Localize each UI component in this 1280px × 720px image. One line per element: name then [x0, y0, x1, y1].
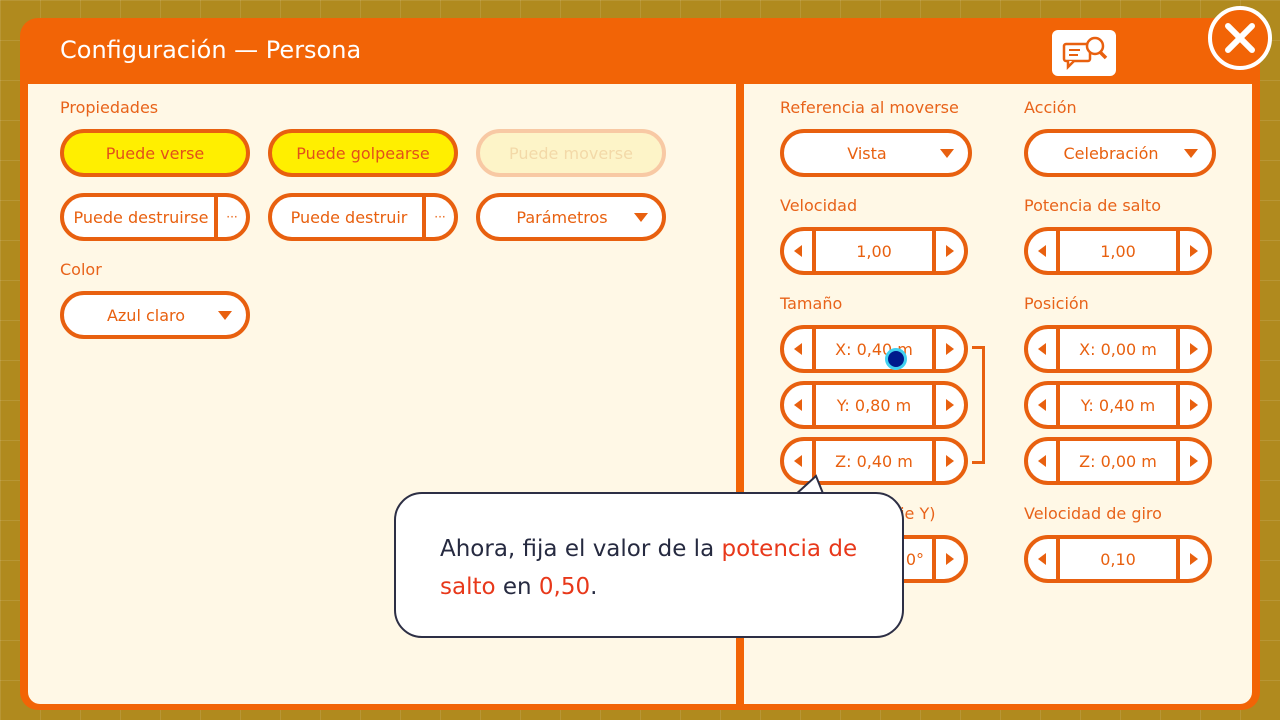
split-button-puede-destruirse[interactable]: Puede destruirse ··· [60, 193, 250, 241]
help-search-icon [1062, 36, 1108, 71]
increment-button[interactable] [932, 231, 964, 271]
size-y-stepper[interactable]: Y: 0,80 m [780, 381, 968, 429]
stepper-value: 1,00 [856, 241, 892, 261]
stepper-value: Z: 0,40 m [835, 451, 913, 471]
tooltip-text: en [495, 574, 539, 600]
dropdown-value: Celebración [1063, 143, 1159, 163]
arrow-right-icon [1190, 455, 1198, 467]
arrow-left-icon [794, 399, 802, 411]
speed-label: Velocidad [780, 196, 858, 215]
move-reference-label: Referencia al moverse [780, 98, 959, 117]
split-button-puede-destruir[interactable]: Puede destruir ··· [268, 193, 458, 241]
dropdown-value: Azul claro [106, 305, 186, 325]
arrow-right-icon [1190, 399, 1198, 411]
speed-stepper[interactable]: 1,00 [780, 227, 968, 275]
arrow-left-icon [794, 455, 802, 467]
color-dropdown[interactable]: Azul claro [60, 291, 250, 339]
decrement-button[interactable] [784, 329, 816, 369]
arrow-right-icon [1190, 553, 1198, 565]
arrow-right-icon [1190, 245, 1198, 257]
decrement-button[interactable] [1028, 441, 1060, 481]
pointer-cursor-icon [885, 348, 907, 370]
dropdown-label: Parámetros [516, 207, 608, 227]
toggle-label: Puede verse [105, 143, 205, 163]
turn-speed-stepper[interactable]: 0,10 [1024, 535, 1212, 583]
arrow-left-icon [794, 245, 802, 257]
arrow-left-icon [794, 343, 802, 355]
arrow-left-icon [1038, 343, 1046, 355]
arrow-right-icon [946, 553, 954, 565]
arrow-left-icon [1038, 245, 1046, 257]
more-options-icon[interactable]: ··· [214, 197, 246, 237]
close-icon [1225, 23, 1255, 53]
size-x-stepper[interactable]: X: 0,40 m [780, 325, 968, 373]
stepper-value: 1,00 [1100, 241, 1136, 261]
increment-button[interactable] [932, 441, 964, 481]
more-options-icon[interactable]: ··· [422, 197, 454, 237]
increment-button[interactable] [1176, 539, 1208, 579]
toggle-puede-moverse[interactable]: Puede moverse [476, 129, 666, 177]
increment-button[interactable] [1176, 329, 1208, 369]
size-link-bracket[interactable] [972, 346, 985, 464]
action-label: Acción [1024, 98, 1077, 117]
parameters-dropdown[interactable]: Parámetros [476, 193, 666, 241]
increment-button[interactable] [932, 539, 964, 579]
position-z-stepper[interactable]: Z: 0,00 m [1024, 437, 1212, 485]
increment-button[interactable] [1176, 441, 1208, 481]
dropdown-value: Vista [847, 143, 887, 163]
chevron-down-icon [1184, 148, 1198, 158]
stepper-value: X: 0,40 m [835, 339, 913, 359]
position-y-stepper[interactable]: Y: 0,40 m [1024, 381, 1212, 429]
jump-power-label: Potencia de salto [1024, 196, 1161, 215]
arrow-right-icon [946, 343, 954, 355]
arrow-left-icon [1038, 553, 1046, 565]
toggle-puede-golpearse[interactable]: Puede golpearse [268, 129, 458, 177]
tutorial-tooltip: Ahora, fija el valor de la potencia de s… [394, 492, 904, 638]
decrement-button[interactable] [1028, 539, 1060, 579]
close-button[interactable] [1208, 6, 1272, 70]
tooltip-text: Ahora, fija el valor de la [440, 536, 722, 562]
color-label: Color [60, 260, 102, 279]
move-reference-dropdown[interactable]: Vista [780, 129, 972, 177]
split-button-label: Puede destruirse [73, 207, 209, 227]
position-x-stepper[interactable]: X: 0,00 m [1024, 325, 1212, 373]
help-button[interactable] [1052, 30, 1116, 76]
arrow-right-icon [946, 455, 954, 467]
chevron-down-icon [218, 310, 232, 320]
increment-button[interactable] [932, 329, 964, 369]
chevron-down-icon [634, 212, 648, 222]
action-dropdown[interactable]: Celebración [1024, 129, 1216, 177]
tooltip-highlight: 0,50 [538, 574, 591, 600]
tooltip-text: . [590, 574, 598, 600]
toggle-label: Puede golpearse [296, 143, 430, 163]
decrement-button[interactable] [1028, 329, 1060, 369]
position-label: Posición [1024, 294, 1089, 313]
decrement-button[interactable] [784, 385, 816, 425]
arrow-left-icon [1038, 399, 1046, 411]
properties-label: Propiedades [60, 98, 159, 117]
dialog-title: Configuración — Persona [60, 36, 362, 64]
stepper-value: Y: 0,40 m [1080, 395, 1156, 415]
decrement-button[interactable] [784, 231, 816, 271]
turn-speed-label: Velocidad de giro [1024, 504, 1162, 523]
stepper-value: 0,10 [1100, 549, 1136, 569]
decrement-button[interactable] [1028, 385, 1060, 425]
increment-button[interactable] [932, 385, 964, 425]
jump-power-stepper[interactable]: 1,00 [1024, 227, 1212, 275]
stepper-value: Y: 0,80 m [836, 395, 912, 415]
size-label: Tamaño [780, 294, 843, 313]
toggle-puede-verse[interactable]: Puede verse [60, 129, 250, 177]
decrement-button[interactable] [1028, 231, 1060, 271]
chevron-down-icon [940, 148, 954, 158]
toggle-label: Puede moverse [509, 143, 633, 163]
arrow-right-icon [1190, 343, 1198, 355]
arrow-right-icon [946, 399, 954, 411]
split-button-label: Puede destruir [290, 207, 408, 227]
increment-button[interactable] [1176, 231, 1208, 271]
increment-button[interactable] [1176, 385, 1208, 425]
stepper-value: Z: 0,00 m [1079, 451, 1157, 471]
arrow-right-icon [946, 245, 954, 257]
arrow-left-icon [1038, 455, 1046, 467]
stepper-value: X: 0,00 m [1079, 339, 1157, 359]
